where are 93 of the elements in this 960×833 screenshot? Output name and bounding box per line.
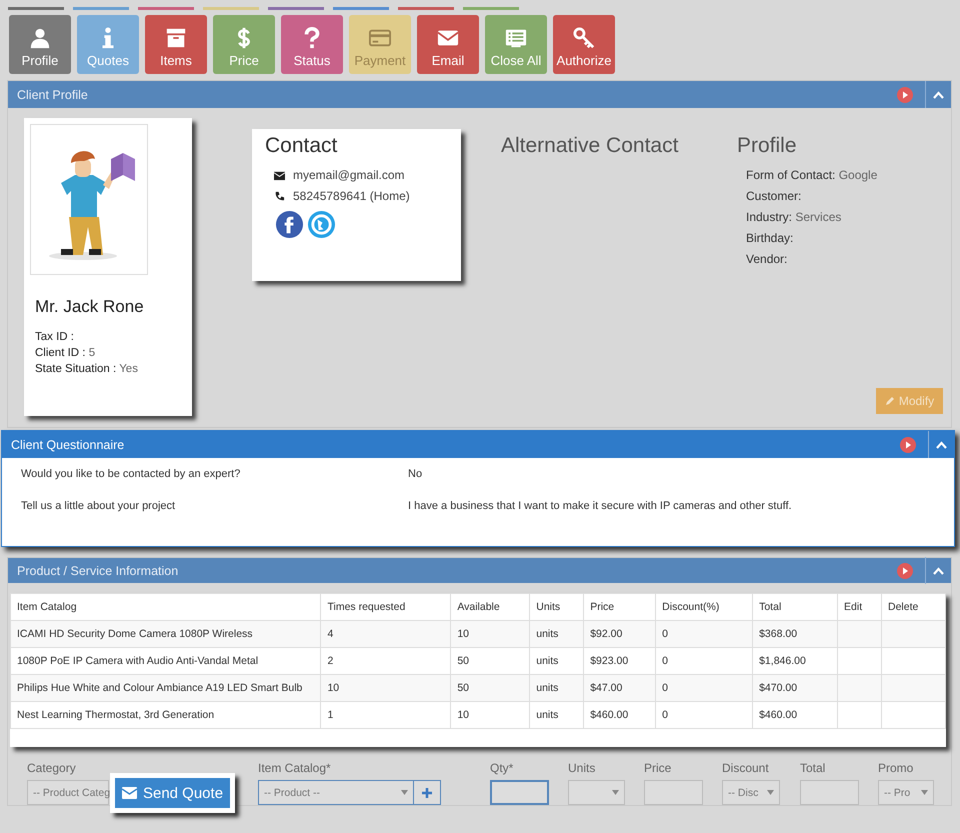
credit-card-icon [369,27,391,49]
list-icon [505,27,527,49]
chevron-up-icon [936,440,947,448]
toolbar-button[interactable]: Price [213,15,275,74]
phone-icon [274,190,285,202]
phone-text: 58245789641 (Home) [293,189,410,203]
table-cell: 0 [656,702,753,728]
profile-field: State Situation : Yes [35,363,186,375]
caret-icon [612,790,619,795]
toolbar-button[interactable]: Payment [349,15,411,74]
table-cell: 4 [320,620,451,648]
table-cell: 50 [450,674,530,702]
panel-title: Client Profile [16,88,89,102]
table-cell: $470.00 [752,674,838,702]
table-cell: 0 [656,674,753,702]
field-label: Qty* [490,761,514,775]
caret-icon [401,790,408,795]
field-label: Item Catalog* [258,761,332,775]
input-field[interactable] [644,780,703,805]
envelope-icon [122,787,137,799]
chevron-up-icon [933,90,944,98]
play-icon [900,436,916,452]
input-field[interactable] [800,780,859,805]
user-icon [29,27,51,49]
table-cell: 1 [320,702,451,728]
play-icon [897,562,913,578]
field-label: Price [644,761,672,775]
select-field[interactable]: -- Product Categ [27,780,109,805]
profile-field: Client ID : 5 [35,347,186,359]
profile-field: Birthday: [746,231,878,245]
select-field[interactable]: -- Product -- [258,780,413,805]
send-quote-button[interactable]: Send Quote [115,778,230,808]
caret-icon [921,790,928,795]
select-field[interactable] [568,780,625,805]
field-label: Total [800,761,826,775]
play-icon [897,86,913,102]
profile-field: Tax ID : [35,331,186,343]
section-title: Contact [265,134,338,158]
toolbar-button[interactable]: Email [417,15,479,74]
select-field[interactable]: -- Disc [722,780,780,805]
toolbar-button[interactable]: Items [145,15,207,74]
box-icon [165,27,187,49]
select-field[interactable]: -- Pro [878,780,934,805]
answer-text: I have a business that I want to make it secure with IP cameras and other stuff. [408,500,792,512]
table-cell: ICAMI HD Security Dome Camera 1080P Wireless [10,620,321,648]
table-cell: $460.00 [584,702,656,728]
key-icon [573,27,595,49]
client-name: Mr. Jack Rone [35,297,145,317]
panel-title: Client Questionnaire [10,438,126,452]
panel-title: Product / Service Information [16,564,180,578]
column-header: Item Catalog [10,594,321,620]
table-cell: 10 [320,674,451,702]
input-field[interactable] [490,780,549,805]
section-title: Alternative Contact [501,134,680,158]
table-cell: $47.00 [584,674,656,702]
email-text: myemail@gmail.com [293,168,405,182]
section-title: Profile [737,134,798,158]
table-cell: $460.00 [752,702,838,728]
field-label: Units [568,761,596,775]
profile-field: Customer: [746,189,878,203]
toolbar-button[interactable]: Quotes [77,15,139,74]
chevron-up-icon [933,566,944,574]
toolbar-button[interactable]: Status [281,15,343,74]
table-cell: $92.00 [584,620,656,648]
field-label: Category [27,761,77,775]
table-cell: 0 [656,620,753,648]
field-label: Discount [722,761,770,775]
field-label: Promo [878,761,914,775]
globe-icon [307,210,336,239]
profile-field: Vendor: [746,252,878,266]
plus-icon [422,788,432,798]
question-text: Tell us a little about your project [21,500,176,512]
toolbar-button[interactable]: Close All [485,15,547,74]
table-cell: units [530,620,584,648]
table-cell: units [530,702,584,728]
toolbar-button[interactable]: Profile [9,15,71,74]
profile-field: Industry: Services [746,210,878,224]
facebook-icon [275,210,304,239]
toolbar-button[interactable]: Authorize [553,15,615,74]
pencil-icon [884,396,895,406]
profile-field: Form of Contact: Google [746,168,878,182]
table-cell: 10 [450,702,530,728]
table-cell: 10 [450,620,530,648]
add-button[interactable] [413,780,441,805]
table-cell: Nest Learning Thermostat, 3rd Generation [10,702,321,728]
column-header: Times requested [320,594,451,620]
question-text: Would you like to be contacted by an expert? [21,468,242,480]
table-cell: $368.00 [752,620,838,648]
caret-icon [767,790,774,795]
table-cell: Philips Hue White and Colour Ambiance A19 LED Smart Bulb [10,674,321,702]
table-cell: units [530,674,584,702]
answer-text: No [408,468,422,480]
envelope-icon [274,170,285,180]
